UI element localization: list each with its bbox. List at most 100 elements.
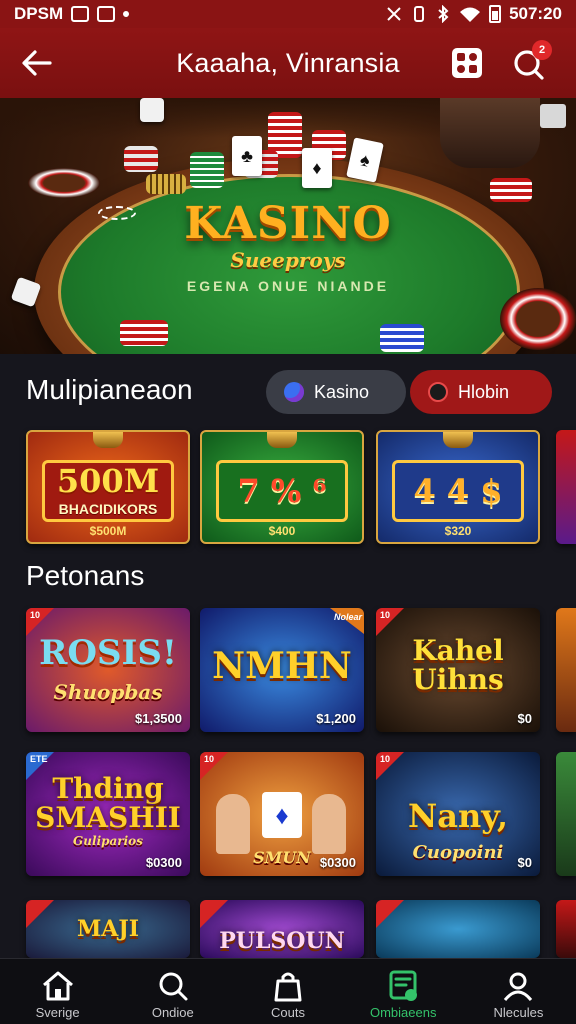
section-title-multiplayer: Mulipianeaon	[26, 374, 193, 405]
lamp-icon	[93, 432, 123, 448]
game-tile-nany[interactable]: 10 Nany, Cuopoini $0	[376, 752, 540, 876]
slot-bottom-text: $500M	[89, 524, 127, 538]
wall-sign-icon	[540, 104, 566, 128]
grid-icon	[452, 48, 482, 78]
lamp-icon	[443, 432, 473, 448]
nav-profile-label: Nlecules	[493, 1005, 544, 1020]
chip-stack-icon	[124, 146, 158, 172]
status-bar: DPSM 507:20	[0, 0, 576, 28]
new-tag	[200, 900, 228, 928]
new-tag: 10	[200, 752, 228, 780]
game-title: NMHN	[212, 645, 352, 687]
menu-grid-button[interactable]	[448, 44, 486, 82]
new-tag: 10	[26, 608, 54, 636]
nav-tickets-label: Ombiaeens	[369, 1005, 437, 1020]
roulette-chip-icon	[28, 168, 100, 198]
character-left	[216, 794, 250, 854]
chip-stack-icon	[190, 152, 224, 188]
clock: 507:20	[509, 4, 562, 23]
dice-icon	[140, 98, 164, 122]
hero-banner[interactable]: ♣ ♦ ♠ KASINO Sueeproys EGENA ONUE NIANDE	[0, 98, 576, 354]
croupier-figure	[440, 98, 540, 168]
game-tile-partial[interactable]	[556, 752, 576, 876]
slot-tile-partial[interactable]	[556, 430, 576, 544]
search-button[interactable]: 2	[510, 40, 552, 82]
game-tile-kahel[interactable]: 10 Kahel Uihns $0	[376, 608, 540, 732]
kasino-dot-icon	[284, 382, 304, 402]
slot-main-text: 500M	[56, 462, 160, 500]
more-notifications-icon	[123, 11, 130, 17]
game-price: $0300	[145, 855, 182, 870]
page-title: Kaaaha, Vinransia	[176, 48, 400, 78]
nav-profile[interactable]: Nlecules	[461, 959, 576, 1024]
slot-screen: 7 % ⁶	[216, 460, 348, 522]
filter-hlobin[interactable]: Hlobin	[410, 370, 552, 414]
game-subtitle: Guliparios	[73, 834, 143, 848]
game-title: Nany,	[408, 797, 508, 835]
game-tile-pulsoun[interactable]: PULSOUN	[200, 900, 364, 958]
game-price: $0	[517, 855, 532, 870]
game-tile-smun[interactable]: 10 ♦ SMUN $0300	[200, 752, 364, 876]
game-title: MAJI	[76, 916, 140, 942]
hlobin-dot-icon	[428, 382, 448, 402]
bluetooth-icon	[438, 5, 449, 23]
diamond-card-icon: ♦	[262, 792, 302, 838]
game-tile-thding[interactable]: ETE Thding SMASHII Guliparios $0300	[26, 752, 190, 876]
roulette-chip-icon	[500, 288, 576, 350]
playing-card-icon: ♣	[232, 136, 262, 176]
nav-home[interactable]: Sverige	[0, 959, 115, 1024]
slot-screen: 4 4 $	[392, 460, 524, 522]
slot-tile-1[interactable]: 500M BHACIDIKORS $500M	[26, 430, 190, 544]
chip-stack-icon	[120, 320, 168, 346]
game-price: $1,3500	[135, 711, 182, 726]
lamp-icon	[267, 432, 297, 448]
game-price: $1,200	[316, 711, 356, 726]
slot-main-text: 7 % ⁶	[237, 472, 327, 510]
nav-home-label: Sverige	[35, 1005, 80, 1020]
app-screen: DPSM 507:20 Kaaaha, Vinransia 2 ♣ ♦ ♠ KA…	[0, 0, 576, 1024]
playing-card-icon: ♦	[302, 148, 332, 188]
nav-tickets[interactable]: Ombiaeens	[346, 959, 461, 1024]
slot-main-text: 4 4 $	[413, 472, 503, 510]
game-price: $0300	[319, 855, 356, 870]
new-tag	[376, 900, 404, 928]
game-tile-nmhn[interactable]: Nolear NMHN $1,200	[200, 608, 364, 732]
slot-tile-3[interactable]: 4 4 $ $320	[376, 430, 540, 544]
vibrate-icon	[414, 6, 425, 22]
slot-sub-text: BHACIDIKORS	[58, 501, 158, 517]
slot-tile-2[interactable]: 7 % ⁶ $400	[200, 430, 364, 544]
game-title: PULSOUN	[219, 928, 345, 954]
filter-kasino[interactable]: Kasino	[266, 370, 406, 414]
battery-icon	[489, 5, 502, 23]
game-subtitle: Shuopbas	[53, 680, 163, 704]
ticket-icon	[389, 970, 418, 1001]
notification-badge: 2	[532, 40, 552, 60]
carrier-text: DPSM	[14, 4, 64, 23]
profile-icon	[504, 972, 533, 1001]
game-price: $0	[517, 711, 532, 726]
game-tile-rosis[interactable]: 10 ROSIS! Shuopbas $1,3500	[26, 608, 190, 732]
game-tile-third[interactable]	[376, 900, 540, 958]
gallery-notification-icon	[97, 6, 116, 22]
slot-bottom-text: $320	[444, 524, 472, 538]
search-icon	[159, 972, 188, 1001]
wifi-icon	[460, 7, 481, 22]
filter-hlobin-label: Hlobin	[458, 381, 510, 402]
app-header: Kaaaha, Vinransia 2	[0, 28, 576, 98]
nav-search-label: Ondioe	[151, 1005, 194, 1020]
hero-tagline: EGENA ONUE NIANDE	[186, 278, 390, 294]
mute-icon	[387, 7, 401, 21]
home-icon	[42, 971, 73, 1001]
section-title-popular: Petonans	[26, 560, 145, 591]
nav-bag[interactable]: Couts	[230, 959, 345, 1024]
game-tile-maji[interactable]: MAJI	[26, 900, 190, 958]
slot-screen: 500M BHACIDIKORS	[42, 460, 174, 522]
game-title: ROSIS!	[39, 633, 177, 673]
game-tile-partial[interactable]	[556, 900, 576, 958]
game-tile-partial[interactable]	[556, 608, 576, 732]
chip-stack-icon	[380, 324, 424, 352]
nav-bag-label: Couts	[271, 1005, 305, 1020]
hero-title: KASINO	[184, 198, 392, 249]
hero-subtitle: Sueeproys	[230, 248, 346, 272]
nav-search[interactable]: Ondioe	[115, 959, 230, 1024]
